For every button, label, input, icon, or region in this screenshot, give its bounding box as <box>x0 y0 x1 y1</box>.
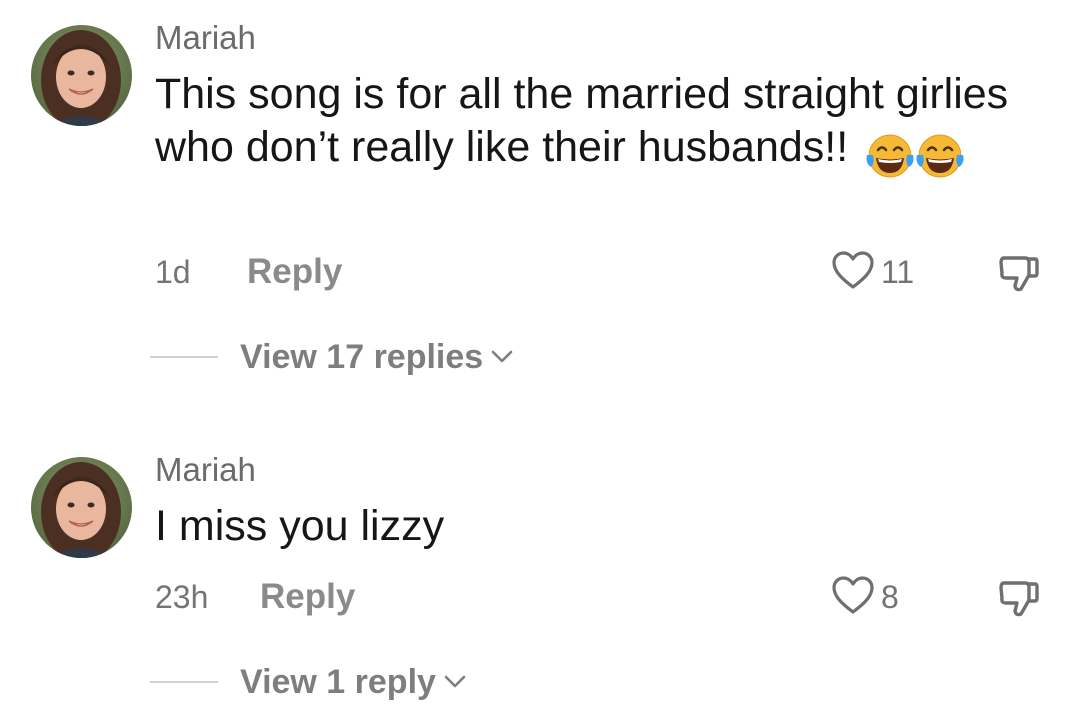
chevron-down-icon <box>491 350 513 364</box>
comment-actions: 23h Reply 8 <box>155 575 1077 619</box>
comment-item: Mariah I miss you lizzy 23h Reply 8 View… <box>0 432 1077 722</box>
thumbs-down-icon <box>995 256 1043 301</box>
comment-username[interactable]: Mariah <box>155 452 256 488</box>
view-replies-label: View 1 reply <box>240 662 436 701</box>
like-count: 8 <box>881 578 899 615</box>
divider <box>150 356 218 358</box>
view-replies-button[interactable]: View 1 reply <box>150 660 466 704</box>
view-replies-button[interactable]: View 17 replies <box>150 335 513 379</box>
comment-text: This song is for all the married straigh… <box>155 68 1035 180</box>
view-replies-label: View 17 replies <box>240 337 484 376</box>
heart-icon <box>831 575 875 620</box>
comment-item: Mariah This song is for all the married … <box>0 0 1077 410</box>
face-with-tears-of-joy-icon <box>914 127 966 180</box>
reply-button[interactable]: Reply <box>260 577 355 617</box>
avatar[interactable] <box>31 457 132 558</box>
chevron-down-icon <box>444 675 466 689</box>
like-count: 11 <box>881 253 915 290</box>
dislike-button[interactable] <box>995 249 1043 297</box>
comment-text: I miss you lizzy <box>155 500 1035 553</box>
heart-icon <box>831 250 875 295</box>
comment-text-body: I miss you lizzy <box>155 502 445 550</box>
comment-actions: 1d Reply 11 <box>155 250 1077 294</box>
comment-timestamp: 1d <box>155 254 191 290</box>
reply-button[interactable]: Reply <box>247 252 342 292</box>
thumbs-down-icon <box>995 581 1043 626</box>
divider <box>150 681 218 683</box>
comment-timestamp: 23h <box>155 579 209 615</box>
face-with-tears-of-joy-icon <box>864 127 916 180</box>
comment-username[interactable]: Mariah <box>155 20 256 56</box>
avatar[interactable] <box>31 25 132 126</box>
dislike-button[interactable] <box>995 574 1043 622</box>
like-button[interactable]: 11 <box>831 250 914 294</box>
like-button[interactable]: 8 <box>831 575 899 619</box>
